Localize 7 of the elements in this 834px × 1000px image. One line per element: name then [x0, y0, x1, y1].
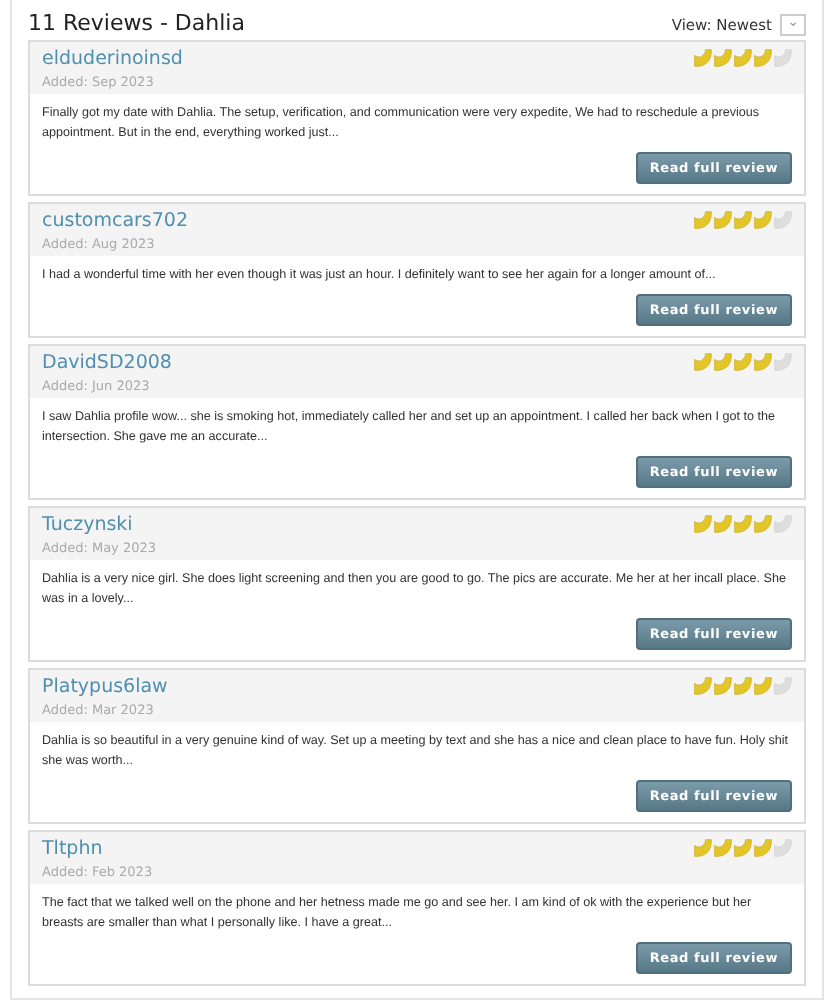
reviewer-name[interactable]: customcars702	[42, 210, 189, 232]
reviewer-name[interactable]: Platypus6law	[42, 676, 168, 698]
page-title: 11 Reviews - Dahlia	[28, 10, 245, 36]
reviewer-name[interactable]: DavidSD2008	[42, 352, 172, 374]
reviewer-name[interactable]: elduderinoinsd	[42, 48, 183, 70]
reviewer-name[interactable]: Tltphn	[42, 838, 153, 860]
reviewer-name[interactable]: Tuczynski	[42, 514, 157, 536]
